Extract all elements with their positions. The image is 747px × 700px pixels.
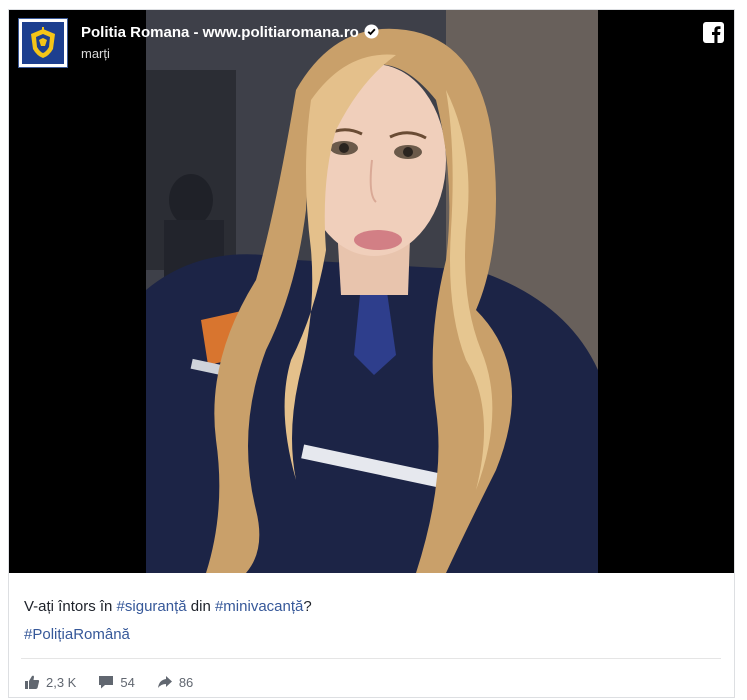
embedded-post: Politia Romana - www.politiaromana.ro ma… [8, 9, 735, 698]
caption-line-2: #PolițiaRomână [24, 626, 130, 643]
likes-count: 2,3 K [46, 674, 77, 690]
caption-text-start: V-ați întors în [24, 598, 117, 615]
hashtag-siguranta[interactable]: #siguranță [117, 598, 187, 615]
shares-stat[interactable]: 86 [157, 674, 193, 690]
portrait-image [146, 10, 598, 573]
post-caption: V-ați întors în #siguranță din #minivaca… [24, 598, 312, 616]
post-timestamp[interactable]: marți [81, 46, 110, 61]
caption-text-end: ? [303, 598, 312, 615]
police-crest-icon [22, 22, 64, 64]
page-name-link[interactable]: Politia Romana - www.politiaromana.ro [81, 24, 379, 41]
divider [21, 658, 721, 659]
facebook-logo-icon[interactable] [703, 22, 724, 43]
hashtag-politia-romana[interactable]: #PolițiaRomână [24, 626, 130, 643]
likes-stat[interactable]: 2,3 K [24, 674, 76, 690]
post-media[interactable]: Politia Romana - www.politiaromana.ro ma… [9, 10, 734, 573]
shares-count: 86 [178, 674, 194, 690]
verified-badge-icon [364, 24, 379, 39]
comment-bubble-icon [99, 676, 114, 689]
thumbs-up-icon [25, 675, 40, 689]
page-name-text: Politia Romana - www.politiaromana.ro [81, 24, 359, 41]
post-photo[interactable] [146, 10, 598, 573]
post-header: Politia Romana - www.politiaromana.ro ma… [9, 10, 734, 76]
share-arrow-icon [157, 676, 172, 688]
caption-text-middle: din [186, 598, 215, 615]
comments-count: 54 [120, 674, 135, 690]
hashtag-minivacanta[interactable]: #minivacanță [215, 598, 303, 615]
post-stats: 2,3 K 54 86 [24, 672, 215, 692]
page-avatar[interactable] [18, 18, 68, 68]
comments-stat[interactable]: 54 [98, 674, 135, 690]
